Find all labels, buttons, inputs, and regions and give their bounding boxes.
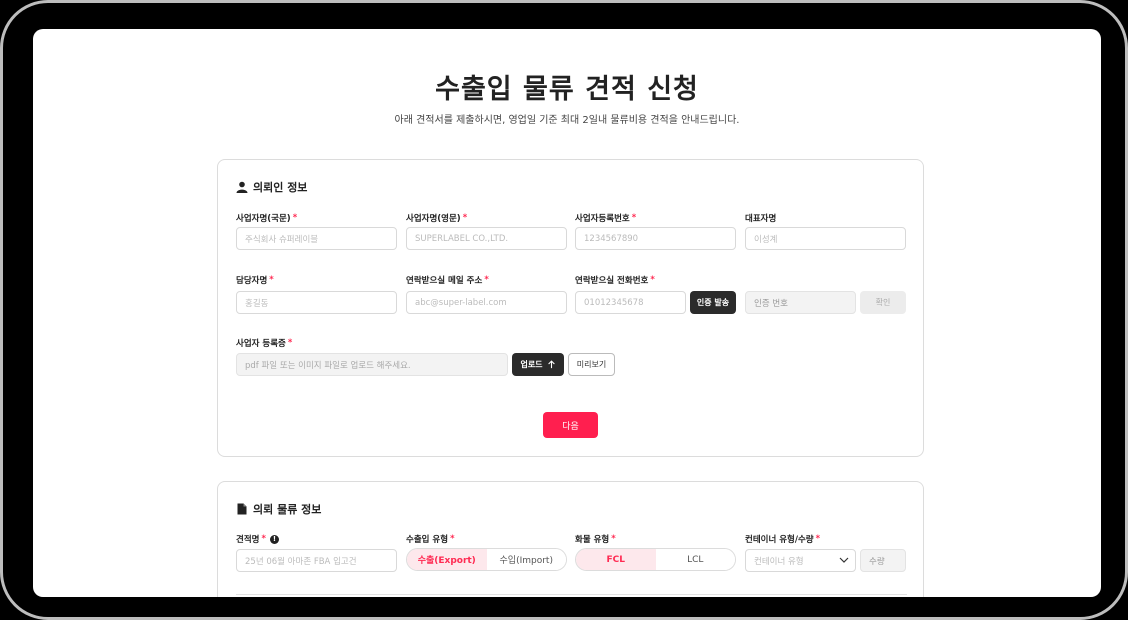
required-mark: * [450, 534, 455, 544]
container-field: 컨테이너 유형/수량 * [745, 533, 820, 545]
cert-label: 사업자 등록증 [236, 339, 286, 349]
quote-name-field: 견적명 *! [236, 533, 279, 545]
trade-type-label: 수출입 유형 [406, 535, 449, 545]
chevron-down-icon [839, 557, 849, 563]
cargo-type-label: 화물 유형 [575, 535, 610, 545]
logistics-section-label: 의뢰 물류 정보 [253, 503, 322, 516]
trade-type-toggle: 수출(Export) 수입(Import) [406, 548, 567, 571]
export-option[interactable]: 수출(Export) [407, 549, 487, 570]
requester-section-title: 의뢰인 정보 [236, 179, 307, 195]
logistics-info-card: 의뢰 물류 정보 견적명 *! 25년 06월 아마존 FBA 입고건 수출입 유… [217, 481, 924, 597]
auth-code-input[interactable]: 인증 번호 [745, 291, 856, 314]
arrow-up-icon [547, 360, 555, 369]
company-en-input[interactable]: SUPERLABEL CO.,LTD. [406, 227, 567, 250]
manager-input[interactable]: 홍길동 [236, 291, 397, 314]
required-mark: * [269, 275, 274, 285]
required-mark: * [611, 534, 616, 544]
ceo-label: 대표자명 [745, 214, 777, 224]
cert-field: 사업자 등록증 * [236, 337, 292, 349]
required-mark: * [292, 213, 298, 223]
required-mark: * [631, 213, 637, 223]
required-mark: * [815, 534, 821, 544]
required-mark: * [650, 275, 655, 285]
company-kr-input[interactable]: 주식회사 슈퍼레이블 [236, 227, 397, 250]
next-button[interactable]: 다음 [543, 412, 598, 438]
biz-no-input[interactable]: 1234567890 [575, 227, 736, 250]
required-mark: * [462, 213, 468, 223]
cert-file-input[interactable]: pdf 파일 또는 이미지 파일로 업로드 해주세요. [236, 353, 508, 376]
phone-field: 연락받으실 전화번호 * [575, 274, 655, 286]
email-label: 연락받으실 메일 주소 [406, 276, 483, 286]
company-en-field: 사업자명(영문) * [406, 212, 467, 224]
page-subtitle: 아래 견적서를 제출하시면, 영업일 기준 최대 2일내 물류비용 견적을 안내… [394, 115, 740, 126]
manager-field: 담당자명 * [236, 274, 274, 286]
required-mark: * [261, 534, 266, 544]
send-verification-button[interactable]: 인증 발송 [690, 291, 736, 314]
page-title: 수출입 물류 견적 신청 [435, 74, 699, 105]
required-mark: * [287, 338, 293, 348]
cargo-type-field: 화물 유형 * [575, 533, 616, 545]
trade-type-field: 수출입 유형 * [406, 533, 455, 545]
container-label: 컨테이너 유형/수량 [745, 535, 814, 545]
device-frame: 수출입 물류 견적 신청 아래 견적서를 제출하시면, 영업일 기준 최대 2일… [0, 0, 1128, 620]
requester-info-card: 의뢰인 정보 사업자명(국문) * 주식회사 슈퍼레이블 사업자명(영문) * SU… [217, 159, 924, 457]
company-kr-field: 사업자명(국문) * [236, 212, 297, 224]
email-input[interactable]: abc@super-label.com [406, 291, 567, 314]
user-icon [236, 181, 248, 193]
container-type-placeholder: 컨테이너 유형 [754, 556, 804, 567]
quote-name-input[interactable]: 25년 06월 아마존 FBA 입고건 [236, 549, 397, 572]
preview-button[interactable]: 미리보기 [568, 353, 615, 376]
company-en-label: 사업자명(영문) [406, 214, 461, 224]
biz-no-field: 사업자등록번호 * [575, 212, 636, 224]
company-kr-label: 사업자명(국문) [236, 214, 291, 224]
logistics-section-title: 의뢰 물류 정보 [236, 501, 321, 517]
cargo-type-toggle: FCL LCL [575, 548, 736, 571]
fcl-option[interactable]: FCL [576, 549, 656, 570]
phone-input[interactable]: 01012345678 [575, 291, 686, 314]
phone-label: 연락받으실 전화번호 [575, 276, 649, 286]
screen: 수출입 물류 견적 신청 아래 견적서를 제출하시면, 영업일 기준 최대 2일… [33, 29, 1101, 597]
confirm-button[interactable]: 확인 [860, 291, 906, 314]
required-mark: * [484, 275, 489, 285]
email-field: 연락받으실 메일 주소 * [406, 274, 489, 286]
divider [236, 594, 907, 595]
lcl-option[interactable]: LCL [655, 549, 735, 570]
container-type-select[interactable]: 컨테이너 유형 [745, 549, 856, 572]
import-option[interactable]: 수입(Import) [486, 549, 566, 570]
ceo-input[interactable]: 이성계 [745, 227, 906, 250]
manager-label: 담당자명 [236, 276, 268, 286]
requester-section-label: 의뢰인 정보 [253, 181, 308, 194]
document-icon [237, 503, 247, 515]
ceo-field: 대표자명 [745, 212, 776, 224]
upload-button[interactable]: 업로드 [512, 353, 564, 376]
info-icon[interactable]: ! [269, 534, 279, 544]
container-qty-input[interactable]: 수량 [860, 549, 906, 572]
quote-name-label: 견적명 [236, 535, 260, 545]
upload-label: 업로드 [520, 360, 543, 369]
biz-no-label: 사업자등록번호 [575, 214, 630, 224]
